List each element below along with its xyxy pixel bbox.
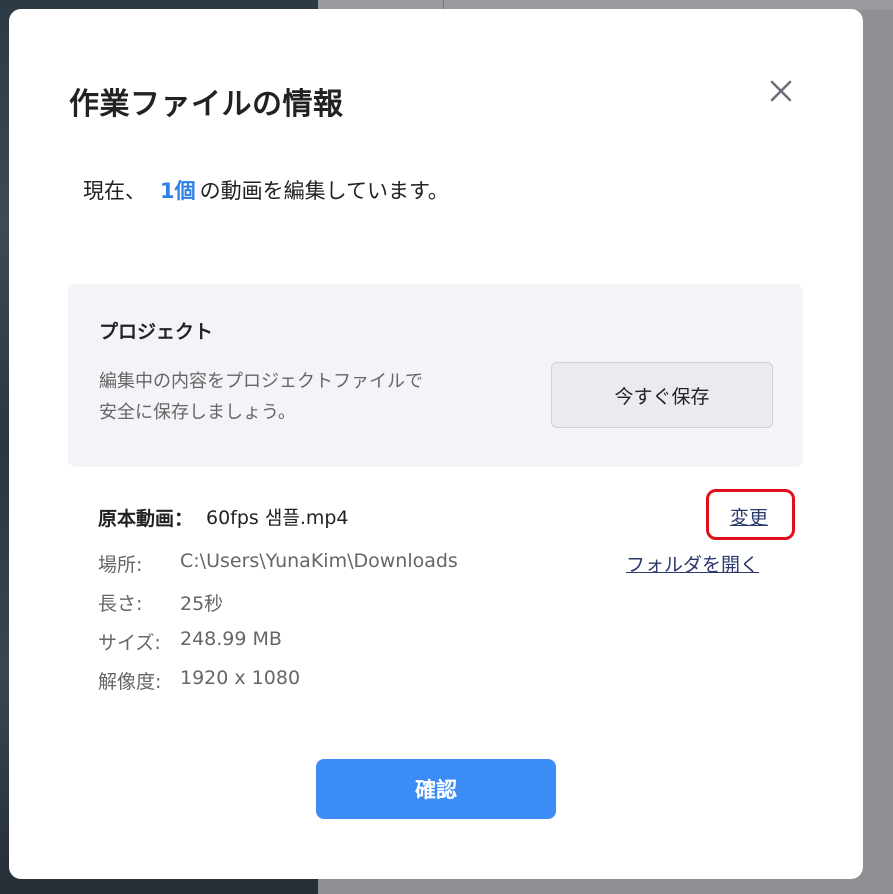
project-title: プロジェクト	[99, 321, 214, 343]
duration-value: 25秒	[180, 593, 224, 615]
duration-label: 長さ:	[98, 593, 143, 615]
location-value: C:\Users\YunaKim\Downloads	[180, 550, 458, 572]
location-label: 場所:	[98, 554, 143, 576]
project-description-line1: 編集中の内容をプロジェクトファイルで	[99, 371, 423, 392]
close-button[interactable]	[765, 75, 797, 107]
resolution-label: 解像度:	[98, 671, 162, 693]
work-file-info-dialog: 作業ファイルの情報 現在、 1個 の動画を編集しています。 プロジェクト 編集中の内…	[9, 9, 863, 879]
editing-summary: 現在、 1個 の動画を編集しています。	[83, 175, 449, 205]
confirm-button[interactable]: 確認	[316, 759, 556, 819]
video-count: 1個	[160, 179, 196, 203]
open-folder-link[interactable]: フォルダを開く	[626, 550, 759, 577]
dialog-title: 作業ファイルの情報	[69, 87, 344, 122]
save-now-button[interactable]: 今すぐ保存	[551, 362, 773, 428]
source-file-name: 60fps 샘플.mp4	[206, 507, 349, 529]
summary-suffix: の動画を編集しています。	[199, 179, 449, 203]
project-panel: プロジェクト 編集中の内容をプロジェクトファイルで 安全に保存しましょう。 今す…	[68, 284, 803, 467]
project-description-line2: 安全に保存しましょう。	[99, 402, 296, 423]
close-icon	[770, 80, 792, 102]
size-value: 248.99 MB	[180, 628, 282, 650]
source-video-label: 原本動画：	[98, 508, 194, 530]
resolution-value: 1920 x 1080	[180, 667, 301, 689]
summary-prefix: 現在、	[83, 179, 146, 203]
size-label: サイズ:	[98, 632, 161, 654]
change-highlight-box	[706, 489, 795, 540]
project-description: 編集中の内容をプロジェクトファイルで 安全に保存しましょう。	[99, 366, 423, 428]
